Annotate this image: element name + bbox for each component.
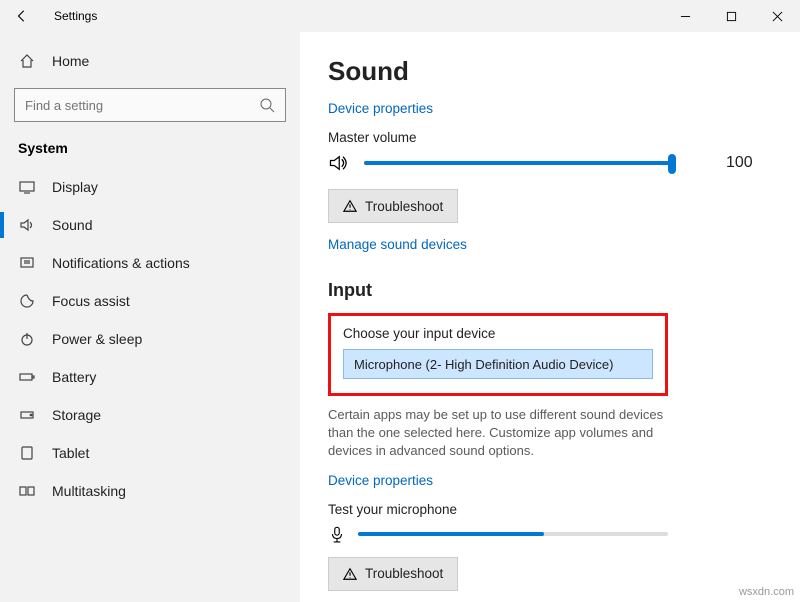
main-content: Sound Device properties Master volume 10… xyxy=(300,32,800,602)
home-icon xyxy=(18,52,36,70)
warning-icon xyxy=(343,567,357,581)
home-label: Home xyxy=(52,53,89,69)
power-icon xyxy=(18,330,36,348)
master-volume-value: 100 xyxy=(726,154,753,172)
focus-icon xyxy=(18,292,36,310)
search-input[interactable] xyxy=(14,88,286,122)
highlight-box: Choose your input device Microphone (2- … xyxy=(328,313,668,396)
storage-icon xyxy=(18,406,36,424)
input-device-value: Microphone (2- High Definition Audio Dev… xyxy=(354,357,613,372)
watermark: wsxdn.com xyxy=(739,586,794,598)
choose-input-label: Choose your input device xyxy=(343,326,653,341)
manage-devices-link[interactable]: Manage sound devices xyxy=(328,237,772,252)
input-help-text: Certain apps may be set up to use differ… xyxy=(328,406,688,461)
sidebar-item-label: Power & sleep xyxy=(52,331,142,347)
page-title: Sound xyxy=(328,56,772,87)
troubleshoot-button[interactable]: Troubleshoot xyxy=(328,189,458,223)
sidebar: Home System Display Sound Notifications … xyxy=(0,32,300,602)
troubleshoot-label-2: Troubleshoot xyxy=(365,566,443,581)
display-icon xyxy=(18,178,36,196)
close-button[interactable] xyxy=(754,0,800,32)
search-field[interactable] xyxy=(25,98,259,113)
sound-icon xyxy=(18,216,36,234)
sidebar-item-display[interactable]: Display xyxy=(0,168,300,206)
mic-level-bar xyxy=(358,532,668,536)
sidebar-item-focus-assist[interactable]: Focus assist xyxy=(0,282,300,320)
window-title: Settings xyxy=(54,9,97,23)
sidebar-item-label: Focus assist xyxy=(52,293,130,309)
sidebar-item-label: Sound xyxy=(52,217,92,233)
arrow-left-icon xyxy=(15,9,29,23)
sidebar-item-tablet[interactable]: Tablet xyxy=(0,434,300,472)
input-heading: Input xyxy=(328,280,772,301)
warning-icon xyxy=(343,199,357,213)
master-volume-slider[interactable] xyxy=(364,161,674,165)
device-properties-link[interactable]: Device properties xyxy=(328,101,772,116)
speaker-icon xyxy=(328,153,348,173)
home-button[interactable]: Home xyxy=(0,42,300,80)
breadcrumb: System xyxy=(0,136,300,168)
sidebar-item-power[interactable]: Power & sleep xyxy=(0,320,300,358)
sidebar-item-battery[interactable]: Battery xyxy=(0,358,300,396)
maximize-button[interactable] xyxy=(708,0,754,32)
sidebar-item-sound[interactable]: Sound xyxy=(0,206,300,244)
sidebar-item-label: Storage xyxy=(52,407,101,423)
microphone-icon xyxy=(328,525,346,543)
input-device-select[interactable]: Microphone (2- High Definition Audio Dev… xyxy=(343,349,653,379)
back-button[interactable] xyxy=(0,0,44,32)
slider-thumb[interactable] xyxy=(668,154,676,174)
search-icon xyxy=(259,97,275,113)
titlebar: Settings xyxy=(0,0,800,32)
sidebar-item-notifications[interactable]: Notifications & actions xyxy=(0,244,300,282)
minimize-button[interactable] xyxy=(662,0,708,32)
sidebar-item-label: Display xyxy=(52,179,98,195)
sidebar-item-multitasking[interactable]: Multitasking xyxy=(0,472,300,510)
sidebar-item-label: Notifications & actions xyxy=(52,255,190,271)
sidebar-item-label: Multitasking xyxy=(52,483,126,499)
master-volume-label: Master volume xyxy=(328,130,772,145)
test-mic-label: Test your microphone xyxy=(328,502,772,517)
multitasking-icon xyxy=(18,482,36,500)
troubleshoot-button-2[interactable]: Troubleshoot xyxy=(328,557,458,591)
sidebar-item-label: Battery xyxy=(52,369,96,385)
tablet-icon xyxy=(18,444,36,462)
battery-icon xyxy=(18,368,36,386)
notifications-icon xyxy=(18,254,36,272)
sidebar-item-label: Tablet xyxy=(52,445,89,461)
sidebar-item-storage[interactable]: Storage xyxy=(0,396,300,434)
troubleshoot-label: Troubleshoot xyxy=(365,199,443,214)
device-properties-link-2[interactable]: Device properties xyxy=(328,473,772,488)
